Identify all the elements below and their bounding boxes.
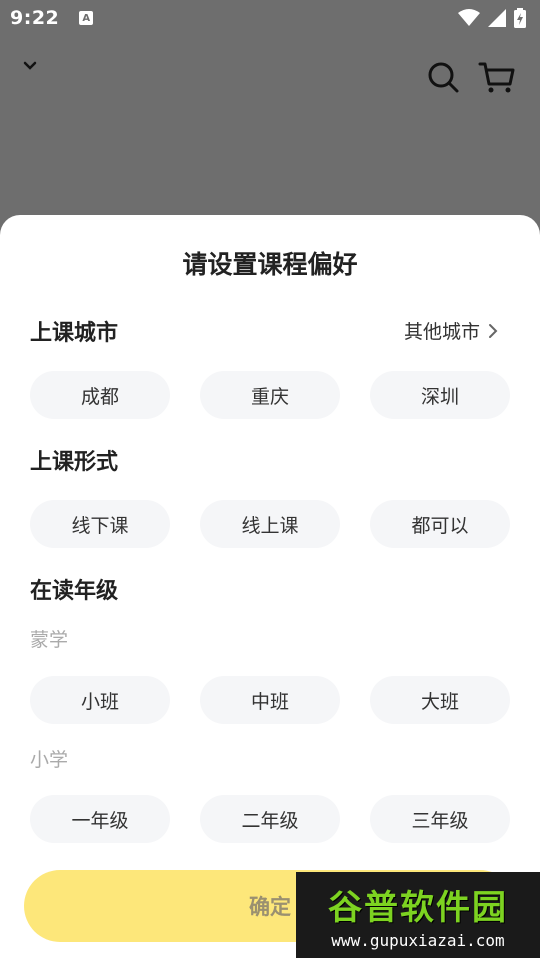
signal-icon <box>488 9 506 27</box>
status-icons <box>458 8 526 28</box>
preschool-options: 小班 中班 大班 <box>30 676 510 724</box>
chevron-down-icon[interactable] <box>20 56 40 76</box>
cart-icon[interactable] <box>478 60 516 94</box>
status-bar: 9:22 A <box>0 0 540 36</box>
chip-grade-senior-class[interactable]: 大班 <box>370 676 510 724</box>
format-section-title: 上课形式 <box>30 450 119 475</box>
wifi-icon <box>458 9 480 26</box>
battery-icon <box>514 8 526 28</box>
chip-city-chongqing[interactable]: 重庆 <box>200 371 340 419</box>
other-city-link[interactable]: 其他城市 <box>404 317 498 344</box>
course-preference-sheet: 请设置课程偏好 上课城市 其他城市 成都 重庆 深圳 上课形式 线下课 线上课 … <box>0 215 540 960</box>
grade-group-label-primary: 小学 <box>30 749 69 771</box>
watermark-url: www.gupuxiazai.com <box>331 931 505 950</box>
watermark-logo: 谷普软件园 www.gupuxiazai.com <box>296 872 540 958</box>
city-options: 成都 重庆 深圳 <box>30 371 510 419</box>
watermark-title: 谷普软件园 <box>328 888 508 928</box>
other-city-label: 其他城市 <box>403 321 480 343</box>
chip-grade-3[interactable]: 三年级 <box>370 795 510 843</box>
grade-section-title: 在读年级 <box>30 579 119 604</box>
sheet-title: 请设置课程偏好 <box>182 250 358 279</box>
format-options: 线下课 线上课 都可以 <box>30 500 510 548</box>
chip-grade-1[interactable]: 一年级 <box>30 795 170 843</box>
chevron-right-icon <box>489 323 498 338</box>
primary-options: 一年级 二年级 三年级 <box>30 795 510 843</box>
chip-grade-middle-class[interactable]: 中班 <box>200 676 340 724</box>
chip-format-offline[interactable]: 线下课 <box>30 500 170 548</box>
chip-format-online[interactable]: 线上课 <box>200 500 340 548</box>
search-icon[interactable] <box>426 60 460 94</box>
chip-grade-2[interactable]: 二年级 <box>200 795 340 843</box>
chip-city-shenzhen[interactable]: 深圳 <box>370 371 510 419</box>
status-time: 9:22 <box>10 7 60 29</box>
grade-group-label-preschool: 蒙学 <box>30 629 69 651</box>
chip-city-chengdu[interactable]: 成都 <box>30 371 170 419</box>
notification-a-icon: A <box>79 11 94 25</box>
city-section-title: 上课城市 <box>30 321 119 346</box>
chip-grade-junior-class[interactable]: 小班 <box>30 676 170 724</box>
chip-format-either[interactable]: 都可以 <box>370 500 510 548</box>
